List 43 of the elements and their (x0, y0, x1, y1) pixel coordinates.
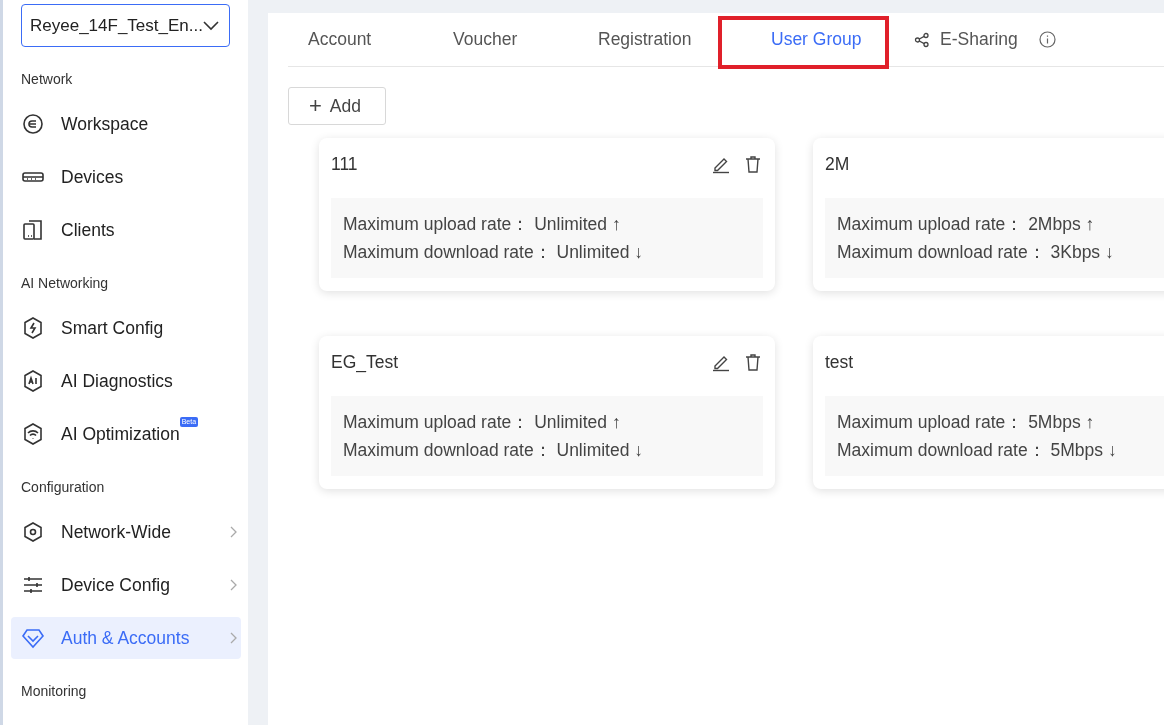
download-rate: Maximum download rate： 5Mbps ↓ (837, 439, 1118, 462)
tab[interactable]: Account (288, 13, 433, 66)
site-dropdown[interactable]: Reyee_14F_Test_En... (21, 4, 230, 47)
nav-item[interactable]: AI Diagnostics (11, 360, 241, 402)
e-circle-icon (21, 112, 45, 136)
section-heading: Network (21, 71, 74, 89)
nav-item[interactable]: Device Config (11, 564, 241, 606)
download-rate: Maximum download rate： 3Kbps ↓ (837, 241, 1115, 264)
group-name: EG_Test (331, 351, 399, 373)
devices-icon (21, 218, 45, 242)
wifi-hexagon-icon (21, 422, 45, 446)
nav-item[interactable]: Devices (11, 156, 241, 198)
section-heading: Monitoring (21, 683, 88, 701)
download-rate: Maximum download rate： Unlimited ↓ (343, 241, 645, 264)
nav-item[interactable]: Auth & Accounts (11, 617, 241, 659)
nav-item[interactable]: Clients (11, 209, 241, 251)
nav-item[interactable]: Smart Config (11, 307, 241, 349)
group-name: 111 (331, 153, 358, 175)
tab[interactable]: Voucher (433, 13, 578, 66)
nav-item[interactable]: Network-Wide (11, 511, 241, 553)
info-icon[interactable] (1039, 31, 1056, 48)
ai-hexagon-icon (21, 369, 45, 393)
tab[interactable]: User Group (723, 13, 894, 66)
hexagon-icon (21, 520, 45, 544)
diamond-icon (21, 626, 45, 650)
tab[interactable]: E-Sharing (894, 13, 1039, 66)
upload-rate: Maximum upload rate： 5Mbps ↑ (837, 411, 1096, 434)
section-heading: Configuration (21, 479, 106, 497)
upload-rate: Maximum upload rate： 2Mbps ↑ (837, 213, 1096, 236)
delete-icon[interactable] (743, 352, 763, 372)
group-name: 2M (825, 153, 850, 175)
delete-icon[interactable] (743, 154, 763, 174)
lightning-hexagon-icon (21, 316, 45, 340)
group-name: test (825, 351, 854, 373)
upload-rate: Maximum upload rate： Unlimited ↑ (343, 213, 622, 236)
download-rate: Maximum download rate： Unlimited ↓ (343, 439, 645, 462)
caret-icon (203, 20, 219, 31)
nav-item[interactable]: Workspace (11, 103, 241, 145)
share-icon (914, 31, 930, 48)
add-button[interactable]: + Add (288, 87, 386, 125)
section-heading: AI Networking (21, 275, 110, 293)
upload-rate: Maximum upload rate： Unlimited ↑ (343, 411, 622, 434)
tab[interactable]: Registration (578, 13, 723, 66)
